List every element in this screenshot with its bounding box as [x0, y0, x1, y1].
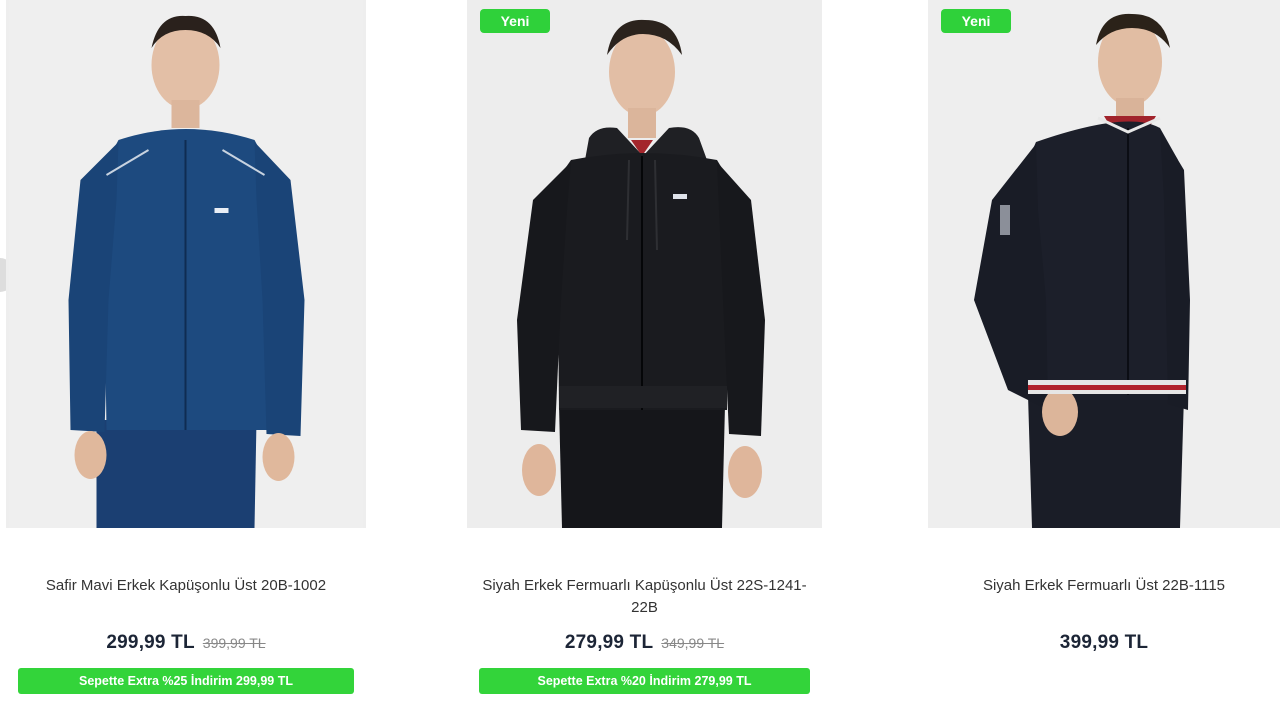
product-card[interactable]: Yeni Siyah Erkek Fermuarlı Kapüşonlu Üst…	[467, 0, 822, 720]
product-title[interactable]: Siyah Erkek Fermuarlı Kapüşonlu Üst 22S-…	[467, 575, 822, 619]
product-title[interactable]: Safir Mavi Erkek Kapüşonlu Üst 20B-1002	[6, 575, 366, 597]
promo-banner: Sepette Extra %25 İndirim 299,99 TL	[18, 668, 354, 694]
new-badge: Yeni	[941, 9, 1011, 33]
product-title[interactable]: Siyah Erkek Fermuarlı Üst 22B-1115	[928, 575, 1280, 597]
current-price: 299,99 TL	[106, 632, 195, 653]
product-image[interactable]	[928, 0, 1280, 528]
price-row: 399,99 TL	[928, 632, 1280, 654]
current-price: 399,99 TL	[1059, 632, 1149, 653]
old-price: 399,99 TL	[202, 635, 266, 651]
product-photo-black-zip-top	[928, 0, 1280, 528]
product-card[interactable]: Safir Mavi Erkek Kapüşonlu Üst 20B-1002 …	[6, 0, 366, 720]
new-badge: Yeni	[480, 9, 550, 33]
product-image[interactable]	[6, 0, 366, 528]
old-price: 349,99 TL	[661, 635, 725, 651]
product-card[interactable]: Yeni Siyah Erkek Fermuarlı Üst 22B-1115 …	[928, 0, 1280, 720]
product-photo-blue-hoodie	[8, 0, 364, 528]
price-row: 299,99 TL 399,99 TL	[6, 632, 366, 654]
price-row: 279,99 TL 349,99 TL	[467, 632, 822, 654]
product-grid: Safir Mavi Erkek Kapüşonlu Üst 20B-1002 …	[0, 0, 1280, 720]
product-image[interactable]	[467, 0, 822, 528]
promo-banner: Sepette Extra %20 İndirim 279,99 TL	[479, 668, 810, 694]
product-photo-black-hoodie	[467, 0, 822, 528]
current-price: 279,99 TL	[564, 632, 654, 653]
